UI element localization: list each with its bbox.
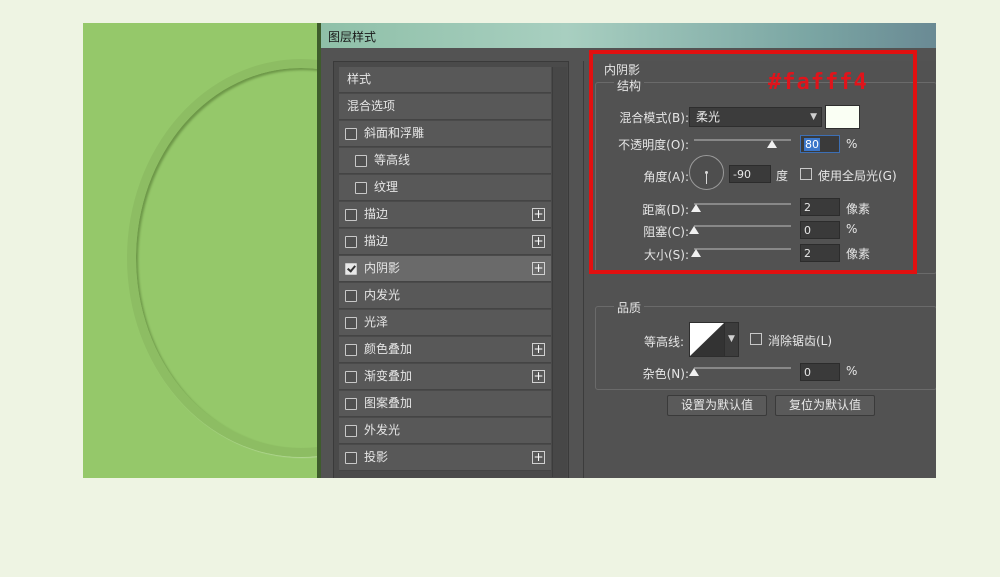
style-list-item-label: 光泽: [364, 315, 389, 329]
style-list-item[interactable]: 斜面和浮雕: [339, 121, 551, 147]
style-checkbox[interactable]: [345, 263, 357, 275]
noise-unit: %: [846, 364, 858, 378]
style-list: 样式 混合选项 斜面和浮雕 等高线 纹理 描边 + 描边 + 内阴影 + 内发光 光泽 颜色叠加 + 渐变叠加…: [339, 67, 551, 472]
contour-curve: [690, 323, 724, 356]
contour-label: 等高线:: [643, 335, 684, 349]
quality-title: 品质: [614, 299, 645, 316]
style-list-item-label: 颜色叠加: [364, 342, 413, 356]
style-checkbox[interactable]: [345, 317, 357, 329]
antialias-checkbox[interactable]: [750, 333, 762, 345]
style-list-item-label: 纹理: [374, 180, 399, 194]
style-list-item-label: 渐变叠加: [364, 369, 413, 383]
style-checkbox[interactable]: [345, 236, 357, 248]
add-effect-icon[interactable]: +: [532, 262, 545, 275]
noise-slider-track[interactable]: [694, 367, 791, 369]
contour-preview[interactable]: [689, 322, 725, 357]
style-checkbox[interactable]: [345, 371, 357, 383]
style-list-item-label: 斜面和浮雕: [364, 126, 425, 140]
style-list-item-label: 描边: [364, 207, 389, 221]
style-checkbox[interactable]: [345, 344, 357, 356]
color-annotation: #fafff4: [768, 70, 868, 95]
add-effect-icon[interactable]: +: [532, 208, 545, 221]
add-effect-icon[interactable]: +: [532, 451, 545, 464]
style-checkbox[interactable]: [345, 209, 357, 221]
style-list-item[interactable]: 混合选项: [339, 94, 551, 120]
style-list-item-label: 等高线: [374, 153, 411, 167]
dialog-titlebar[interactable]: 图层样式: [321, 23, 936, 48]
style-list-item-label: 内发光: [364, 288, 401, 302]
style-list-panel: 样式 混合选项 斜面和浮雕 等高线 纹理 描边 + 描边 + 内阴影 + 内发光 光泽 颜色叠加 + 渐变叠加…: [333, 61, 569, 478]
style-list-item-label: 图案叠加: [364, 396, 413, 410]
noise-slider-thumb[interactable]: [689, 368, 699, 376]
style-list-item-label: 投影: [364, 450, 389, 464]
style-list-item-label: 描边: [364, 234, 389, 248]
style-list-item-label: 样式: [347, 72, 372, 86]
style-list-item[interactable]: 样式: [339, 67, 551, 93]
red-highlight-box: [589, 50, 917, 274]
style-list-item[interactable]: 描边 +: [339, 202, 551, 228]
set-default-button[interactable]: 设置为默认值: [667, 395, 767, 416]
style-checkbox[interactable]: [345, 452, 357, 464]
style-list-item[interactable]: 渐变叠加 +: [339, 364, 551, 390]
canvas-preview: [83, 23, 321, 478]
style-checkbox[interactable]: [345, 398, 357, 410]
style-list-item[interactable]: 图案叠加: [339, 391, 551, 417]
add-effect-icon[interactable]: +: [532, 343, 545, 356]
contour-dropdown[interactable]: ▼: [724, 322, 739, 357]
noise-label: 杂色(N):: [642, 367, 689, 381]
add-effect-icon[interactable]: +: [532, 370, 545, 383]
antialias-label: 消除锯齿(L): [768, 334, 833, 348]
style-list-item-label: 混合选项: [347, 99, 396, 113]
noise-input[interactable]: 0: [800, 363, 840, 381]
style-checkbox[interactable]: [345, 425, 357, 437]
style-checkbox[interactable]: [355, 182, 367, 194]
style-list-item[interactable]: 内发光: [339, 283, 551, 309]
style-list-item[interactable]: 外发光: [339, 418, 551, 444]
style-list-item[interactable]: 光泽: [339, 310, 551, 336]
add-effect-icon[interactable]: +: [532, 235, 545, 248]
style-checkbox[interactable]: [345, 128, 357, 140]
style-list-item[interactable]: 内阴影 +: [339, 256, 551, 282]
dialog-title: 图层样式: [328, 30, 377, 44]
style-list-scrollbar[interactable]: [552, 67, 567, 477]
style-list-item-label: 内阴影: [364, 261, 401, 275]
style-list-item-label: 外发光: [364, 423, 401, 437]
style-list-item[interactable]: 描边 +: [339, 229, 551, 255]
style-list-item[interactable]: 投影 +: [339, 445, 551, 471]
inset-ring-shape: [127, 59, 321, 457]
style-checkbox[interactable]: [355, 155, 367, 167]
style-list-item[interactable]: 等高线: [339, 148, 551, 174]
style-checkbox[interactable]: [345, 290, 357, 302]
chevron-down-icon: ▼: [728, 334, 735, 344]
style-list-item[interactable]: 纹理: [339, 175, 551, 201]
reset-default-button[interactable]: 复位为默认值: [775, 395, 875, 416]
style-list-item[interactable]: 颜色叠加 +: [339, 337, 551, 363]
